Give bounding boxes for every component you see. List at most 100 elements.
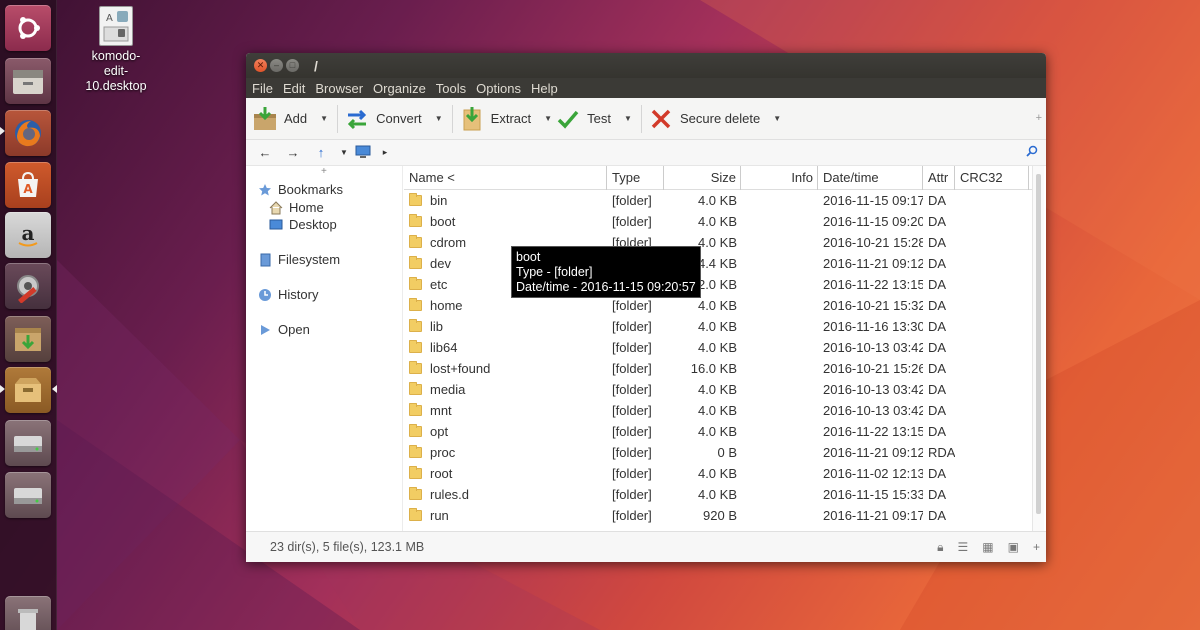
secure-delete-dropdown-icon[interactable]: ▼ [770, 114, 784, 123]
amazon-icon[interactable]: a [5, 212, 51, 258]
column-crc[interactable]: CRC32 [955, 166, 1029, 190]
menu-organize[interactable]: Organize [373, 81, 426, 96]
table-row[interactable]: opt [folder] 4.0 KB 2016-11-22 13:15: DA [404, 421, 1032, 442]
details-view-icon[interactable]: ☰ [958, 540, 969, 555]
minimize-button[interactable]: – [270, 59, 283, 72]
history-dropdown-icon[interactable]: ▼ [338, 148, 350, 157]
add-button[interactable]: Add [252, 103, 317, 135]
folder-icon [409, 508, 422, 521]
table-row[interactable]: etc[folder]12.0 KB2016-11-22 13:15:DA [404, 274, 1032, 295]
convert-dropdown-icon[interactable]: ▼ [432, 114, 446, 123]
file-attr-cell: DA [928, 508, 947, 523]
close-button[interactable]: ✕ [254, 59, 267, 72]
clock-icon [258, 288, 272, 302]
file-size-cell: 4.0 KB [697, 487, 737, 502]
file-date-cell: 2016-11-21 09:17: [823, 508, 923, 523]
menu-options[interactable]: Options [476, 81, 521, 96]
sidebar-item-bookmarks[interactable]: Bookmarks [258, 182, 343, 197]
folder-icon [409, 466, 422, 479]
convert-button[interactable]: Convert [344, 103, 432, 135]
folder-icon [409, 193, 422, 206]
archive-manager-icon[interactable] [5, 316, 51, 362]
table-row[interactable]: media [folder] 4.0 KB 2016-10-13 03:42: DA [404, 379, 1032, 400]
up-icon[interactable]: ↑ [310, 145, 332, 160]
column-name[interactable]: Name < [404, 166, 607, 190]
desktop-file-label: komodo-edit-10.desktop [85, 49, 147, 93]
status-plus-icon[interactable]: + [1033, 540, 1040, 555]
drive-icon[interactable] [5, 472, 51, 518]
file-date-cell: 2016-11-15 15:33: [823, 487, 923, 502]
table-row[interactable]: dev[folder]4.4 KB2016-11-21 09:12:DA [404, 253, 1032, 274]
back-icon[interactable]: ← [254, 145, 276, 160]
extract-dropdown-icon[interactable]: ▼ [541, 114, 555, 123]
menu-browser[interactable]: Browser [315, 81, 363, 96]
sidebar-plus-icon[interactable]: + [321, 166, 327, 177]
sidebar-item-home[interactable]: Home [269, 200, 324, 215]
sidebar-item-history[interactable]: History [258, 287, 318, 302]
folder-icon [409, 256, 422, 269]
table-row[interactable]: home [folder] 4.0 KB 2016-10-21 15:32: DA [404, 295, 1032, 316]
table-row[interactable]: lib [folder] 4.0 KB 2016-11-16 13:30: DA [404, 316, 1032, 337]
menu-help[interactable]: Help [531, 81, 558, 96]
file-name-cell: lib [404, 319, 607, 334]
sidebar-item-desktop[interactable]: Desktop [269, 217, 337, 232]
secure-delete-button[interactable]: Secure delete [648, 103, 770, 135]
drive-icon[interactable] [5, 420, 51, 466]
file-type-cell: [folder] [612, 382, 652, 397]
column-type[interactable]: Type [607, 166, 664, 190]
file-date-cell: 2016-11-15 09:20: [823, 214, 923, 229]
column-header: Name < Type Size Info Date/time Attr CRC… [404, 166, 1032, 190]
file-size-cell: 4.0 KB [697, 403, 737, 418]
ubuntu-dash-icon[interactable] [5, 5, 51, 51]
svg-text:a: a [22, 221, 35, 245]
maximize-button[interactable]: □ [286, 59, 299, 72]
file-date-cell: 2016-10-13 03:42: [823, 340, 923, 355]
system-settings-icon[interactable] [5, 263, 51, 309]
column-size[interactable]: Size [664, 166, 741, 190]
sidebar-item-filesystem[interactable]: Filesystem [258, 252, 340, 267]
menu-tools[interactable]: Tools [436, 81, 466, 96]
vertical-scrollbar[interactable] [1032, 166, 1044, 531]
menu-edit[interactable]: Edit [283, 81, 305, 96]
computer-icon[interactable] [352, 145, 374, 161]
table-row[interactable]: bin [folder] 4.0 KB 2016-11-15 09:17: DA [404, 190, 1032, 211]
table-row[interactable]: cdrom [folder] 4.0 KB 2016-10-21 15:28: DA [404, 232, 1032, 253]
scrollbar-thumb[interactable] [1036, 174, 1041, 514]
table-row[interactable]: proc [folder] 0 B 2016-11-21 09:12: RDA [404, 442, 1032, 463]
test-button[interactable]: Test [555, 103, 621, 135]
extract-button[interactable]: Extract [459, 103, 541, 135]
title-bar[interactable]: ✕ – □ / [246, 53, 1046, 78]
list-view-icon[interactable]: ▦ [982, 540, 993, 555]
table-row[interactable]: mnt [folder] 4.0 KB 2016-10-13 03:42: DA [404, 400, 1032, 421]
file-size-cell: 4.0 KB [697, 340, 737, 355]
software-center-icon[interactable]: A [5, 162, 51, 208]
desktop-file-icon[interactable]: A komodo-edit-10.desktop [82, 6, 150, 94]
peazip-icon[interactable] [5, 367, 51, 413]
folder-icon [409, 235, 422, 248]
firefox-icon[interactable] [5, 110, 51, 156]
trash-icon[interactable] [5, 596, 51, 630]
column-date[interactable]: Date/time [818, 166, 923, 190]
toolbar-plus-icon[interactable]: + [1036, 112, 1042, 124]
table-row[interactable]: boot [folder] 4.0 KB 2016-11-15 09:20: DA [404, 211, 1032, 232]
file-name-cell: media [404, 382, 607, 397]
sidebar-item-open[interactable]: Open [258, 322, 310, 337]
table-row[interactable]: root [folder] 4.0 KB 2016-11-02 12:13: DA [404, 463, 1032, 484]
file-manager-icon[interactable] [5, 58, 51, 104]
column-info[interactable]: Info [741, 166, 818, 190]
svg-text:A: A [23, 182, 33, 196]
table-row[interactable]: lost+found [folder] 16.0 KB 2016-10-21 15:2… [404, 358, 1032, 379]
table-row[interactable]: lib64 [folder] 4.0 KB 2016-10-13 03:42: DA [404, 337, 1032, 358]
add-dropdown-icon[interactable]: ▼ [317, 114, 331, 123]
file-attr-cell: DA [928, 298, 947, 313]
thumbnail-view-icon[interactable]: ▣ [1008, 540, 1019, 555]
test-dropdown-icon[interactable]: ▼ [621, 114, 635, 123]
table-row[interactable]: rules.d [folder] 4.0 KB 2016-11-15 15:33: DA [404, 484, 1032, 505]
column-attr[interactable]: Attr [923, 166, 955, 190]
menu-file[interactable]: File [252, 81, 273, 96]
path-chevron-icon[interactable]: ▸ [380, 147, 390, 158]
lock-icon[interactable]: 🔒︎ [937, 540, 943, 555]
forward-icon[interactable]: → [282, 145, 304, 160]
search-icon[interactable] [1026, 145, 1038, 160]
table-row[interactable]: run [folder] 920 B 2016-11-21 09:17: DA [404, 505, 1032, 526]
